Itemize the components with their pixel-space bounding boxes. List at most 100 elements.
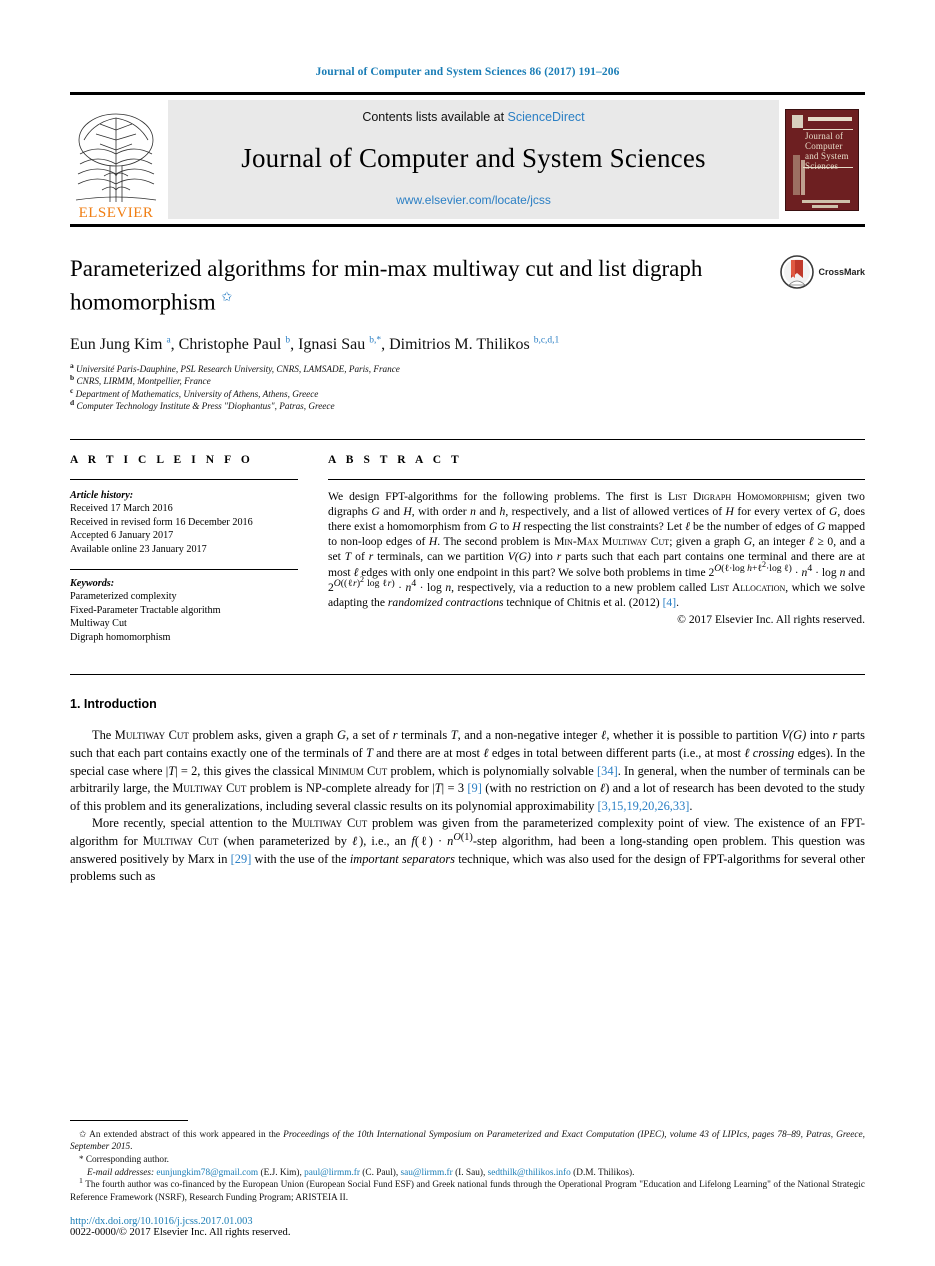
- paper-page: Journal of Computer and System Sciences …: [0, 0, 935, 1266]
- email-link-paul[interactable]: paul@lirmm.fr: [304, 1168, 360, 1178]
- p2-problem-2: Multiway Cut: [142, 833, 219, 848]
- email-addresses-label: E-mail addresses:: [87, 1167, 155, 1178]
- affiliation-mark-c: c: [70, 385, 74, 395]
- abstract-heading: A B S T R A C T: [328, 453, 463, 466]
- abstract-citation-4[interactable]: [4]: [663, 596, 677, 609]
- footnote-separator-rule: [70, 1119, 188, 1121]
- author-mark-2: b: [285, 335, 291, 346]
- email-link-kim[interactable]: eunjungkim78@gmail.com: [156, 1168, 258, 1178]
- journal-title: Journal of Computer and System Sciences: [241, 143, 706, 173]
- cover-line-3: and System: [805, 150, 849, 161]
- abstract-copyright: © 2017 Elsevier Inc. All rights reserved…: [677, 613, 865, 627]
- email-link-sau[interactable]: sau@lirmm.fr: [401, 1168, 453, 1178]
- article-info-rule: [70, 478, 298, 480]
- author-mark-4: b,c,d,1: [533, 335, 560, 346]
- abs-s6: , respectively, and a list of allowed ve…: [505, 504, 726, 518]
- footnote-star-text-b: .: [130, 1141, 133, 1152]
- cover-stamp-icon: [792, 114, 803, 128]
- email-who-paul: (C. Paul),: [362, 1167, 399, 1178]
- abs-s22: and: [845, 565, 866, 579]
- citation-29[interactable]: [29]: [231, 852, 252, 866]
- citation-group-approx[interactable]: [3,15,19,20,26,33]: [598, 799, 690, 813]
- info-abstract-row: A R T I C L E I N F O Article history: R…: [70, 438, 865, 645]
- affiliation-d-text: Computer Technology Institute & Press "D…: [76, 401, 335, 412]
- p1-s9: and there are at most: [372, 746, 484, 760]
- p2-s4: ), i.e., an: [359, 833, 412, 848]
- cover-top-bar: [808, 116, 852, 121]
- email-link-thilikos[interactable]: sedthilk@thilikos.info: [488, 1168, 571, 1178]
- footnote-corresponding-author: * Corresponding author.: [70, 1153, 865, 1166]
- abs-s17: of: [351, 550, 369, 564]
- abstract-rule: [328, 478, 865, 480]
- abs-s4: , with order: [411, 504, 471, 518]
- cover-line-4: Sciences: [805, 160, 839, 171]
- p2-s6: with the use of the: [251, 851, 350, 866]
- journal-cover-image: Journal of Computer and System Sciences: [785, 108, 859, 211]
- cover-column-left: [793, 154, 800, 195]
- doi-link[interactable]: http://dx.doi.org/10.1016/j.jcss.2017.01…: [70, 1216, 865, 1227]
- abs-s13: . The second problem is: [437, 535, 555, 549]
- abs-s11: be the number of edges of: [690, 520, 817, 534]
- history-item: Available online 23 January 2017: [70, 543, 207, 555]
- email-who-sau: (I. Sau),: [455, 1167, 486, 1178]
- history-item: Accepted 6 January 2017: [70, 530, 174, 542]
- affiliation-b-text: CNRS, LIRMM, Montpellier, France: [76, 376, 211, 387]
- title-block: Parameterized algorithms for min-max mul…: [70, 255, 865, 413]
- affiliation-mark-d: d: [70, 398, 75, 408]
- affiliation-list: a Université Paris-Dauphine, PSL Researc…: [70, 361, 865, 413]
- citation-9[interactable]: [9]: [467, 781, 481, 795]
- footnotes-block: ✩ An extended abstract of this work appe…: [70, 1119, 865, 1238]
- p1-s17: (with no restriction on: [481, 781, 600, 796]
- p1-s1: The: [92, 728, 115, 743]
- introduction-section: 1. Introduction The Multiway Cut problem…: [70, 674, 865, 885]
- p1-var-T2: T: [365, 746, 373, 760]
- abstract-column: A B S T R A C T We design FPT-algorithms…: [328, 454, 865, 645]
- elsevier-tree-icon: [75, 113, 157, 202]
- cover-title-text: Journal of Computer and System Sciences: [805, 131, 849, 171]
- footnote-1-text: The fourth author was co-financed by the…: [70, 1180, 865, 1203]
- footnote-asterisk-mark: *: [79, 1154, 84, 1165]
- history-item: Received 17 March 2016: [70, 503, 173, 515]
- abs-var-H: H: [403, 504, 412, 518]
- abstract-text: We design FPT-algorithms for the followi…: [328, 489, 866, 610]
- cover-rule-top: [803, 128, 853, 130]
- footnote-corr-text: Corresponding author.: [85, 1155, 169, 1166]
- abs-s10: respecting the list constraints? Let: [520, 520, 686, 534]
- elsevier-wordmark: ELSEVIER: [78, 205, 154, 221]
- p1-s3: , a set of: [345, 728, 393, 743]
- footnote-1-mark: 1: [79, 1176, 83, 1186]
- footnote-star-text-a: An extended abstract of this work appear…: [86, 1129, 284, 1140]
- affiliation-a: a Université Paris-Dauphine, PSL Researc…: [70, 361, 865, 376]
- p1-s7: into: [806, 728, 833, 743]
- article-title-text: Parameterized algorithms for min-max mul…: [70, 256, 703, 315]
- abs-s9: to: [497, 520, 513, 534]
- abs-s3: and: [379, 504, 404, 518]
- sciencedirect-link[interactable]: ScienceDirect: [508, 110, 585, 124]
- affiliation-c: c Department of Mathematics, University …: [70, 385, 865, 401]
- journal-masthead: ELSEVIER Contents lists available at Sci…: [70, 92, 865, 227]
- p1-s19: .: [689, 798, 693, 813]
- keywords-label: Keywords:: [70, 577, 115, 589]
- affiliation-c-text: Department of Mathematics, University of…: [75, 388, 319, 399]
- abs-s21: edges with only one endpoint in this par…: [358, 565, 709, 579]
- journal-cover-thumbnail[interactable]: Journal of Computer and System Sciences: [785, 108, 863, 211]
- issn-copyright-line: 0022-0000/© 2017 Elsevier Inc. All right…: [70, 1227, 291, 1238]
- crossmark-label: CrossMark: [818, 267, 865, 277]
- masthead-center: Contents lists available at ScienceDirec…: [168, 100, 779, 219]
- journal-homepage-link[interactable]: www.elsevier.com/locate/jcss: [396, 193, 551, 207]
- abs-problem-1: List Digraph Homomorphism: [667, 489, 807, 503]
- abs-s1: We design FPT-algorithms for the followi…: [328, 489, 668, 503]
- citation-34[interactable]: [34]: [597, 764, 618, 778]
- keyword-item: Parameterized complexity: [70, 591, 177, 603]
- crossmark-icon: [780, 255, 815, 289]
- abs-s7: for every vertex of: [733, 504, 830, 518]
- intro-paragraph-1: The Multiway Cut problem asks, given a g…: [70, 727, 865, 815]
- elsevier-logo: ELSEVIER: [70, 95, 162, 224]
- affiliation-mark-b: b: [70, 373, 75, 383]
- crossmark-badge[interactable]: CrossMark: [780, 255, 865, 289]
- page-title: Parameterized algorithms for min-max mul…: [70, 255, 730, 317]
- title-footnote-star-icon[interactable]: ✩: [221, 289, 232, 304]
- p1-s2: problem asks, given a graph: [188, 728, 338, 743]
- abs-s14: ; given a graph: [669, 535, 744, 549]
- keyword-item: Multiway Cut: [70, 618, 127, 630]
